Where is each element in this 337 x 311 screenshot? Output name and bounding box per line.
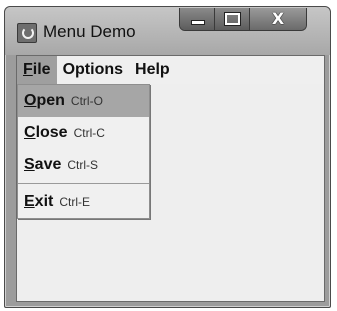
menu-file-mnemonic: F — [23, 61, 33, 78]
window-controls: X — [179, 8, 307, 31]
menu-item-open-label: Open — [24, 92, 65, 109]
window-content: File Options Help Open Ctrl-O Close Ctrl… — [16, 55, 325, 302]
app-window: Menu Demo X File Options Help Open Ctrl-… — [4, 6, 331, 308]
menu-item-save-shortcut: Ctrl-S — [67, 158, 99, 172]
menu-item-exit[interactable]: Exit Ctrl-E — [18, 186, 149, 218]
minimize-icon[interactable] — [180, 8, 215, 30]
menu-bar: File Options Help — [17, 56, 324, 84]
menu-item-open-shortcut: Ctrl-O — [70, 94, 103, 108]
menu-item-close-label: Close — [24, 124, 68, 141]
menu-help[interactable]: Help — [129, 56, 176, 84]
menu-options[interactable]: Options — [57, 56, 129, 84]
menu-item-close[interactable]: Close Ctrl-C — [18, 117, 149, 149]
close-icon[interactable]: X — [250, 8, 306, 30]
window-title: Menu Demo — [43, 22, 136, 41]
java-coffee-icon[interactable] — [17, 23, 37, 43]
menu-separator — [18, 183, 149, 184]
title-bar[interactable]: Menu Demo X — [5, 7, 330, 55]
menu-item-close-shortcut: Ctrl-C — [73, 126, 105, 140]
menu-item-save-label: Save — [24, 156, 62, 173]
menu-file[interactable]: File — [17, 56, 57, 84]
menu-file-label-rest: ile — [32, 61, 51, 78]
menu-item-save[interactable]: Save Ctrl-S — [18, 149, 149, 181]
file-menu-dropdown: Open Ctrl-O Close Ctrl-C Save Ctrl-S Exi… — [17, 84, 150, 219]
menu-item-exit-label: Exit — [24, 193, 54, 210]
menu-item-open[interactable]: Open Ctrl-O — [18, 85, 149, 117]
menu-item-exit-shortcut: Ctrl-E — [59, 195, 91, 209]
maximize-icon[interactable] — [215, 8, 250, 30]
